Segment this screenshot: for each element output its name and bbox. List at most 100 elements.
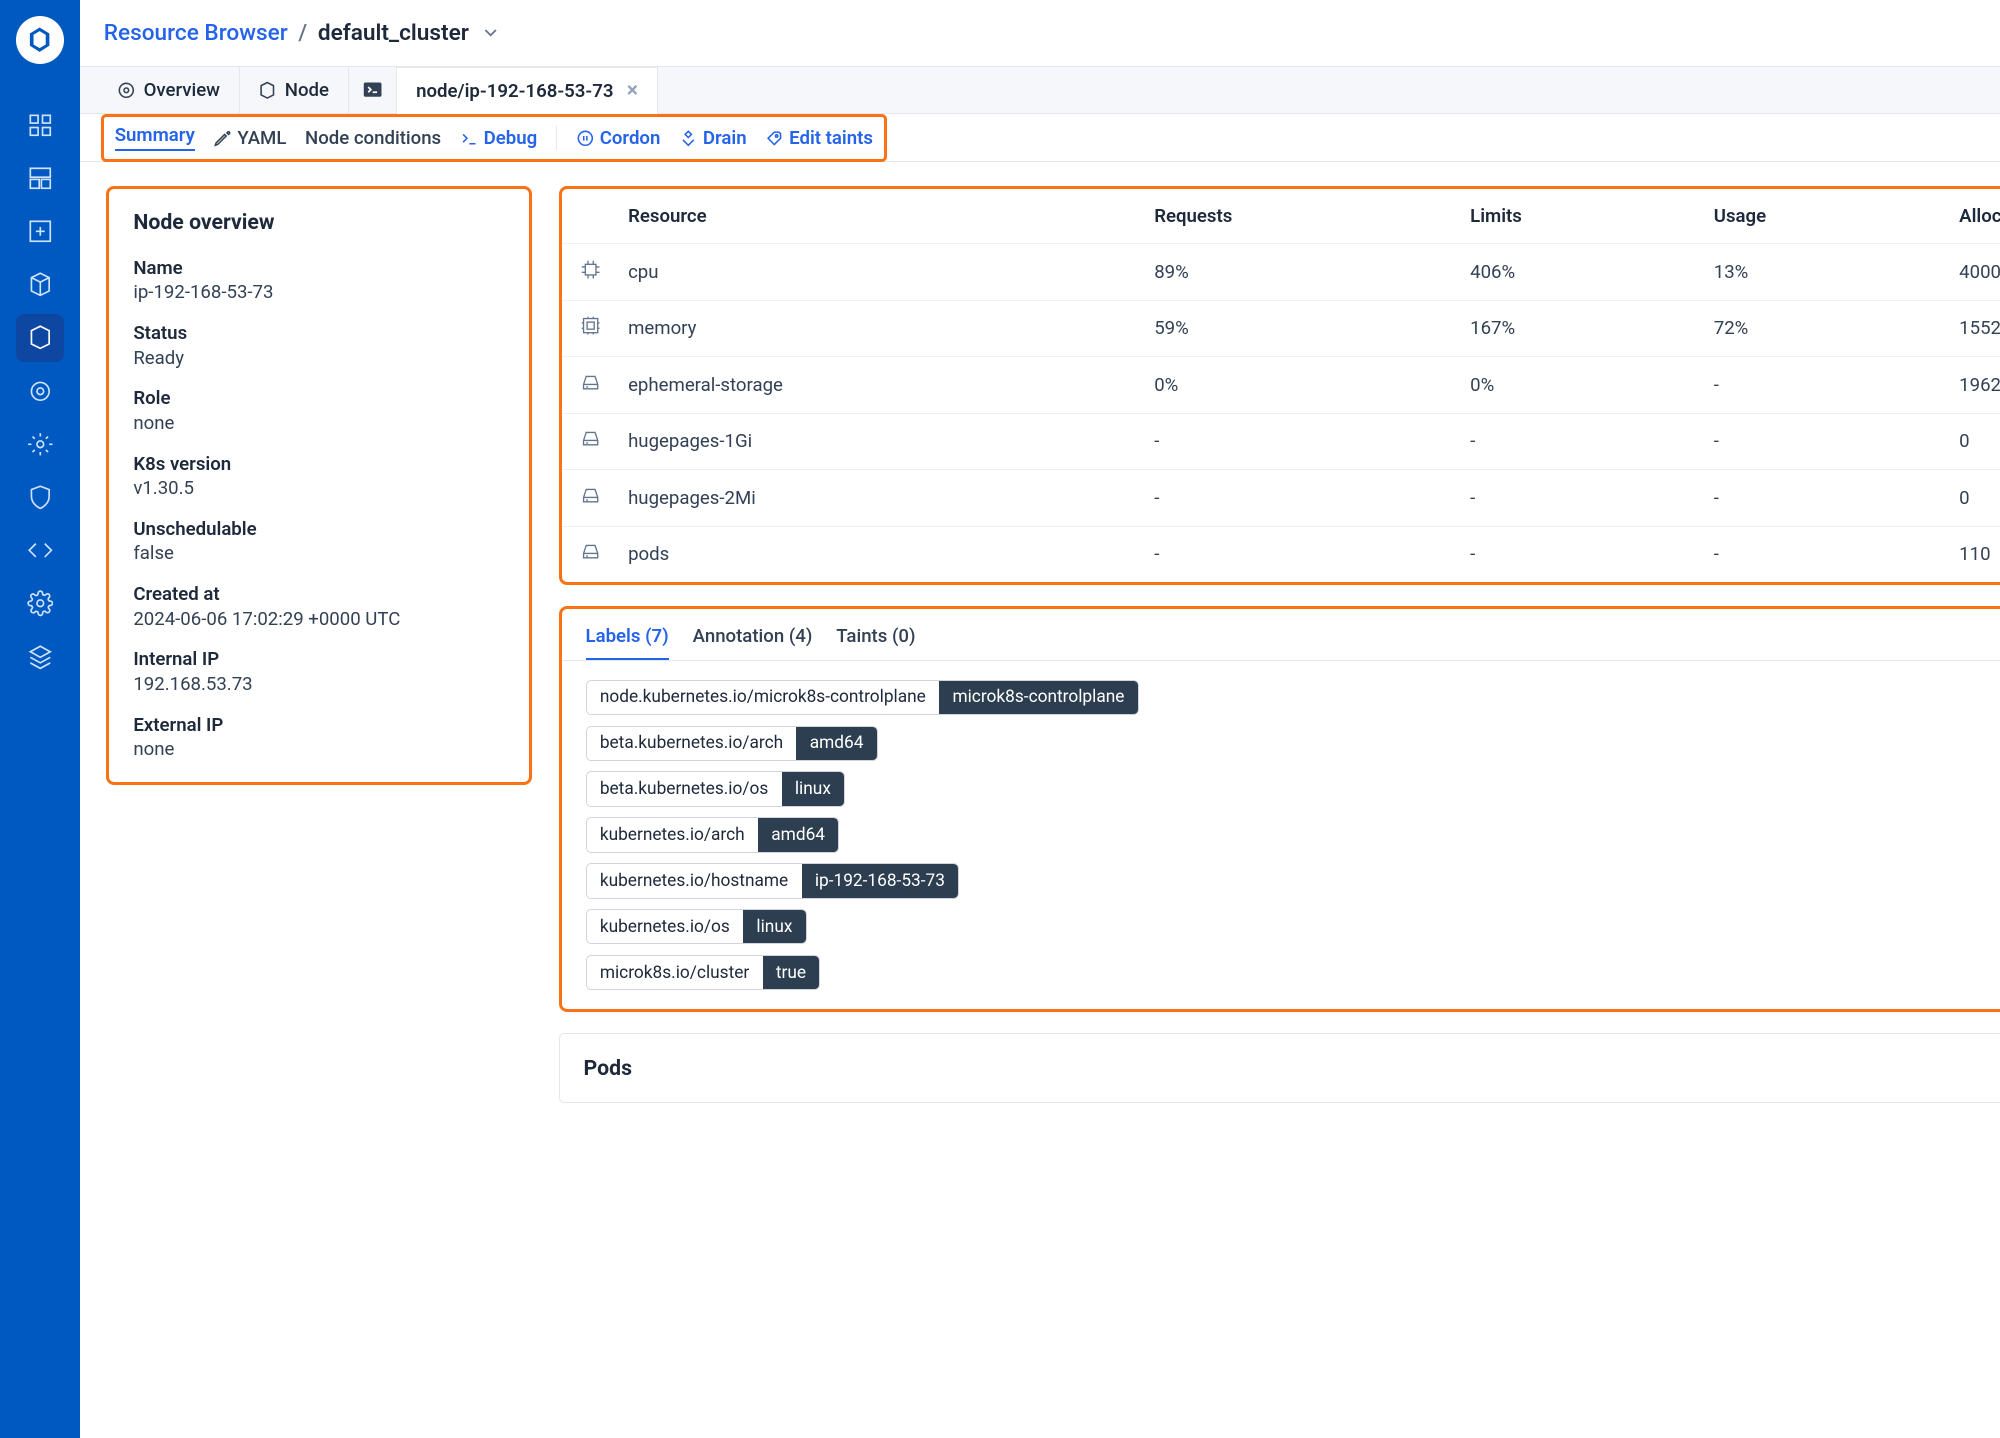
nav-apps[interactable] <box>16 154 64 202</box>
nav-shield[interactable] <box>16 473 64 521</box>
nav-dashboard[interactable] <box>16 101 64 149</box>
label-chip: beta.kubernetes.io/archamd64 <box>586 726 878 761</box>
action-bar: Summary YAML Node conditions Debug Cordo… <box>80 114 2000 162</box>
breadcrumb-separator: / <box>298 19 307 46</box>
top-bar: Resource Browser / default_cluster Creat… <box>80 0 2000 67</box>
nav-gear1[interactable] <box>16 420 64 468</box>
cell-resource: hugepages-2Mi <box>609 470 1135 527</box>
label-chip: node.kubernetes.io/microk8s-controlplane… <box>586 680 1139 715</box>
label-value: true <box>763 956 820 989</box>
value-internal-ip: 192.168.53.73 <box>133 673 505 695</box>
label-key: node.kubernetes.io/microk8s-controlplane <box>587 681 940 714</box>
col-resource: Resource <box>609 189 1135 243</box>
node-overview-card: Node overview Nameip-192-168-53-73 Statu… <box>106 186 532 784</box>
metatab-labels[interactable]: Labels (7) <box>586 625 669 660</box>
metatab-taints[interactable]: Taints (0) <box>836 625 915 660</box>
grid-icon <box>27 112 54 139</box>
nav-target[interactable] <box>16 367 64 415</box>
col-requests: Requests <box>1136 189 1452 243</box>
nav-stack[interactable] <box>16 633 64 681</box>
tab-summary[interactable]: Summary <box>115 124 195 151</box>
cell-requests: 89% <box>1136 244 1452 301</box>
layers-icon <box>27 644 54 671</box>
metatab-annotations[interactable]: Annotation (4) <box>693 625 813 660</box>
cell-resource: hugepages-1Gi <box>609 413 1135 470</box>
cell-allocatable: 15521Mi <box>1941 300 2000 357</box>
label-chip: kubernetes.io/archamd64 <box>586 817 840 852</box>
cube-outline-icon <box>27 324 54 351</box>
label-external-ip: External IP <box>133 714 505 736</box>
tab-node-conditions[interactable]: Node conditions <box>305 127 441 149</box>
nav-cube1[interactable] <box>16 261 64 309</box>
value-status: Ready <box>133 347 505 369</box>
cell-limits: 167% <box>1452 300 1696 357</box>
tab-node-detail[interactable]: node/ip-192-168-53-73 × <box>397 67 657 115</box>
disk-icon <box>580 428 604 449</box>
label-status: Status <box>133 322 505 344</box>
action-group-highlight: Summary YAML Node conditions Debug Cordo… <box>101 114 887 162</box>
tab-terminal-shortcut[interactable] <box>349 67 398 114</box>
breadcrumb: Resource Browser / default_cluster <box>104 19 501 46</box>
label-key: beta.kubernetes.io/os <box>587 772 782 805</box>
value-unschedulable: false <box>133 542 505 564</box>
cell-allocatable: 4000m <box>1941 244 2000 301</box>
label-name: Name <box>133 257 505 279</box>
cell-allocatable: 0 <box>1941 470 2000 527</box>
close-icon[interactable]: × <box>627 78 638 103</box>
label-key: beta.kubernetes.io/arch <box>587 727 797 760</box>
cell-allocatable: 110 <box>1941 526 2000 582</box>
pods-heading: Pods <box>584 1056 632 1081</box>
value-name: ip-192-168-53-73 <box>133 281 505 303</box>
pencil-icon <box>213 129 232 148</box>
nav-settings[interactable] <box>16 580 64 628</box>
nav-resource-browser[interactable] <box>16 314 64 362</box>
mem-icon <box>580 315 604 336</box>
label-internal-ip: Internal IP <box>133 648 505 670</box>
table-row: hugepages-1Gi---00 <box>562 413 2000 470</box>
cell-resource: cpu <box>609 244 1135 301</box>
shield-icon <box>27 484 54 511</box>
label-value: ip-192-168-53-73 <box>802 864 959 897</box>
tab-yaml[interactable]: YAML <box>213 127 286 149</box>
label-key: microk8s.io/cluster <box>587 956 763 989</box>
cell-requests: - <box>1136 470 1452 527</box>
table-row: ephemeral-storage0%0%-196292Mi197316Mi <box>562 357 2000 414</box>
terminal-icon <box>362 79 383 100</box>
table-row: hugepages-2Mi---00 <box>562 470 2000 527</box>
cell-requests: - <box>1136 413 1452 470</box>
action-debug[interactable]: Debug <box>460 127 538 149</box>
cell-usage: 13% <box>1695 244 1940 301</box>
terminal-icon <box>460 129 479 148</box>
app-logo[interactable] <box>16 16 64 64</box>
label-chip: microk8s.io/clustertrue <box>586 955 821 990</box>
tab-overview[interactable]: Overview <box>98 67 239 114</box>
label-created-at: Created at <box>133 583 505 605</box>
cell-resource: pods <box>609 526 1135 582</box>
label-value: linux <box>743 910 806 943</box>
nav-chart[interactable] <box>16 207 64 255</box>
label-chip: beta.kubernetes.io/oslinux <box>586 771 846 806</box>
tab-node[interactable]: Node <box>240 67 349 114</box>
resource-table-card: Resource Requests Limits Usage Allocatab… <box>559 186 2000 585</box>
label-value: amd64 <box>758 818 838 851</box>
col-usage: Usage <box>1695 189 1940 243</box>
cpu-icon <box>580 259 604 280</box>
action-edit-taints[interactable]: Edit taints <box>765 127 873 149</box>
target-icon <box>27 378 54 405</box>
label-role: Role <box>133 387 505 409</box>
pause-circle-icon <box>576 129 595 148</box>
cell-limits: - <box>1452 526 1696 582</box>
code-icon <box>27 537 54 564</box>
cell-limits: 0% <box>1452 357 1696 414</box>
pods-card: Pods <box>559 1033 2000 1103</box>
cell-allocatable: 196292Mi <box>1941 357 2000 414</box>
action-cordon[interactable]: Cordon <box>576 127 661 149</box>
layout-icon <box>27 165 54 192</box>
breadcrumb-root-link[interactable]: Resource Browser <box>104 19 288 46</box>
label-value: microk8s-controlplane <box>939 681 1138 714</box>
label-value: linux <box>782 772 845 805</box>
action-drain[interactable]: Drain <box>679 127 747 149</box>
cell-limits: - <box>1452 470 1696 527</box>
chevron-down-icon[interactable] <box>480 22 501 43</box>
nav-code[interactable] <box>16 527 64 575</box>
